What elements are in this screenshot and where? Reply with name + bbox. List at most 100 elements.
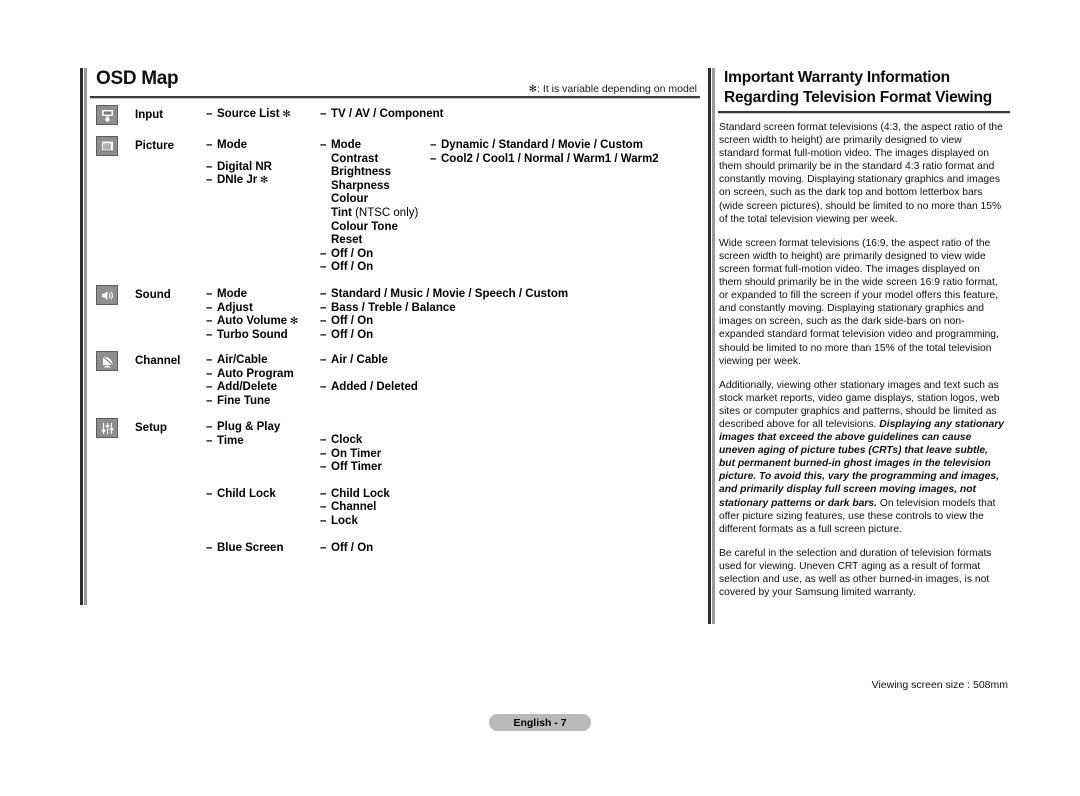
osd-menu-item-label: Off / On xyxy=(331,541,374,554)
osd-menu-item-label: Dynamic / Standard / Movie / Custom xyxy=(441,139,643,151)
osd-menu-item-label: Mode xyxy=(331,139,362,151)
osd-menu-item-label: Clock xyxy=(331,434,363,446)
osd-group-label: Picture xyxy=(135,140,174,152)
osd-menu-item-label: Off / On xyxy=(331,247,374,260)
osd-menu-item-label: Auto Program xyxy=(217,367,294,380)
osd-menu-item: – Mode xyxy=(206,288,247,302)
osd-group-label: Input xyxy=(135,109,164,121)
osd-menu-item-label: Source List xyxy=(217,108,280,120)
dash-icon: – xyxy=(320,261,327,274)
dash-icon: – xyxy=(206,394,213,407)
page-number-badge: English - 7 xyxy=(489,714,591,731)
satellite-dish-icon xyxy=(96,351,118,371)
warranty-paragraph: Standard screen format televisions (4:3,… xyxy=(719,121,1004,226)
osd-menu-item-label: Adjust xyxy=(217,301,253,314)
osd-menu-item: –Colour Tone xyxy=(320,221,398,235)
dash-icon: – xyxy=(206,381,213,394)
osd-accent-bar-dark xyxy=(80,68,83,606)
warranty-body: Standard screen format televisions (4:3,… xyxy=(719,121,1004,599)
sliders-icon xyxy=(96,418,118,438)
dash-icon: – xyxy=(320,354,327,366)
osd-menu-item-label: Air / Cable xyxy=(331,354,388,366)
osd-menu-item: – Off / On xyxy=(320,261,373,275)
osd-menu-item-label: Bass / Treble / Balance xyxy=(331,301,456,314)
osd-menu-item-suffix: (NTSC only) xyxy=(351,207,419,219)
osd-menu-item-label: Colour Tone xyxy=(331,220,398,233)
osd-menu-item-label: Air/Cable xyxy=(217,354,268,366)
dash-icon: – xyxy=(206,434,213,447)
osd-menu-item: – Added / Deleted xyxy=(320,381,418,395)
osd-map-column: OSD Map ✻: It is variable depending on m… xyxy=(80,68,705,606)
variable-note: ✻: It is variable depending on model xyxy=(529,83,697,95)
dash-icon: – xyxy=(320,434,327,446)
warranty-accent-bar-light xyxy=(712,68,715,624)
asterisk-icon: ✻ xyxy=(257,175,269,187)
osd-menu-item: – Off / On xyxy=(320,329,373,343)
dash-icon: – xyxy=(206,160,213,173)
dash-icon: – xyxy=(320,301,327,314)
osd-menu-item-label: Off Timer xyxy=(331,461,382,474)
osd-menu-item: – Off / On xyxy=(320,248,373,262)
dash-icon: – xyxy=(320,108,327,120)
osd-menu-item: – Cool2 / Cool1 / Normal / Warm1 / Warm2 xyxy=(430,153,659,167)
osd-menu-item-label: Off / On xyxy=(331,315,374,328)
warranty-title: Important Warranty Information Regarding… xyxy=(708,68,1008,107)
osd-menu-item: – TV / AV / Component xyxy=(320,108,443,122)
osd-menu-item: – Plug & Play xyxy=(206,421,280,435)
picture-screen-icon xyxy=(96,136,118,156)
warranty-paragraph: Wide screen format televisions (16:9, th… xyxy=(719,237,1004,368)
warranty-text: Be careful in the selection and duration… xyxy=(719,547,992,599)
osd-menu-item: –Tint (NTSC only) xyxy=(320,207,418,221)
osd-menu-item-label: Fine Tune xyxy=(217,394,271,407)
dash-icon: – xyxy=(430,152,437,165)
osd-menu-item: – Fine Tune xyxy=(206,395,270,409)
warranty-paragraph: Additionally, viewing other stationary i… xyxy=(719,379,1004,536)
warranty-text: Wide screen format televisions (16:9, th… xyxy=(719,237,999,367)
dash-icon: – xyxy=(206,301,213,314)
osd-menu-item: – Standard / Music / Movie / Speech / Cus… xyxy=(320,288,568,302)
osd-menu-item: – Blue Screen xyxy=(206,542,283,556)
osd-menu-item: – Air / Cable xyxy=(320,354,388,368)
viewing-screen-size: Viewing screen size : 508mm xyxy=(871,679,1008,691)
asterisk-icon: ✻ xyxy=(279,109,291,120)
osd-menu-item: – Off / On xyxy=(320,542,373,556)
osd-menu-item: –Contrast xyxy=(320,153,378,167)
dash-icon: – xyxy=(206,367,213,380)
osd-menu-item: – Turbo Sound xyxy=(206,329,288,343)
warranty-paragraph: Be careful in the selection and duration… xyxy=(719,547,1004,599)
input-jack-icon xyxy=(96,105,118,125)
osd-menu-item-label: Lock xyxy=(331,515,358,527)
osd-menu-item: – Child Lock xyxy=(320,488,390,502)
page-number-label: English - 7 xyxy=(513,716,567,729)
dash-icon: – xyxy=(206,541,213,554)
osd-group-label: Sound xyxy=(135,289,171,301)
dash-icon: – xyxy=(320,541,327,554)
dash-icon: – xyxy=(320,487,327,500)
osd-menu-item-label: Sharpness xyxy=(331,179,390,192)
osd-menu-item-label: Mode xyxy=(217,288,248,300)
osd-menu-item: –Reset xyxy=(320,234,362,248)
osd-menu-item: – Digital NR xyxy=(206,161,272,175)
osd-menu-item-label: Add/Delete xyxy=(217,381,278,394)
dash-icon: – xyxy=(206,328,213,341)
osd-menu-tree: Input – Source List ✻ – TV / AV / Component P… xyxy=(90,105,705,569)
variable-note-text: : It is variable depending on model xyxy=(537,83,697,95)
osd-menu-item-label: Child Lock xyxy=(331,487,390,500)
osd-menu-item: – Adjust xyxy=(206,302,253,316)
dash-icon: – xyxy=(320,447,327,460)
osd-menu-item: – Source List ✻ xyxy=(206,108,291,122)
osd-menu-item-label: TV / AV / Component xyxy=(331,108,444,120)
osd-menu-item-label: Brightness xyxy=(331,166,392,179)
osd-menu-item: – Add/Delete xyxy=(206,381,277,395)
dash-icon: – xyxy=(320,288,327,300)
osd-map-header: OSD Map ✻: It is variable depending on m… xyxy=(80,68,705,96)
osd-menu-item-label: Mode xyxy=(217,139,248,151)
osd-menu-item: – Bass / Treble / Balance xyxy=(320,302,456,316)
warranty-title-line-1: Important Warranty Information xyxy=(724,69,950,86)
dash-icon: – xyxy=(206,288,213,300)
dash-icon: – xyxy=(206,139,213,151)
osd-menu-item: –Sharpness xyxy=(320,180,390,194)
osd-menu-item-label: Added / Deleted xyxy=(331,381,418,394)
osd-menu-item: – On Timer xyxy=(320,448,381,462)
asterisk-icon: ✻ xyxy=(528,84,538,95)
